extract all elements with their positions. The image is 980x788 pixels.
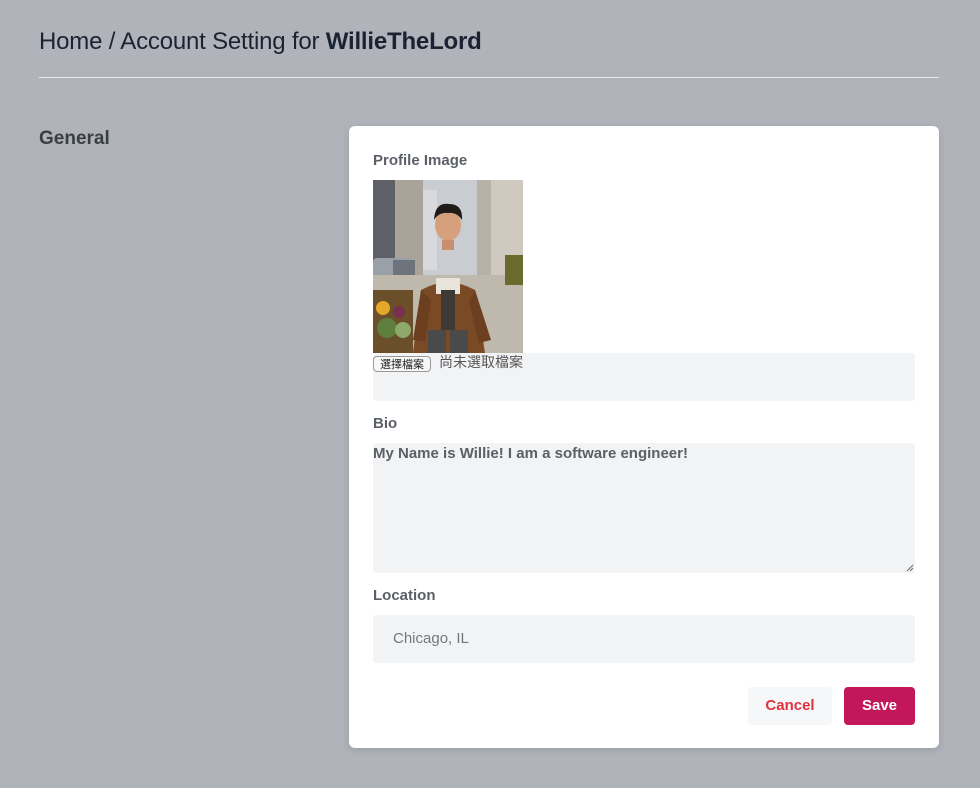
cancel-button[interactable]: Cancel <box>748 687 832 725</box>
bio-label: Bio <box>373 415 398 432</box>
bio-textarea[interactable]: My Name is Willie! I am a software engin… <box>373 443 915 573</box>
file-status-text: 尚未選取檔案 <box>439 355 523 371</box>
breadcrumb: Home / Account Setting for WillieTheLord <box>39 28 482 56</box>
account-username: WillieTheLord <box>325 28 482 55</box>
resize-grip-icon[interactable] <box>906 564 914 572</box>
breadcrumb-prefix: Home / Account Setting for <box>39 28 326 55</box>
location-input[interactable]: Chicago, IL <box>373 615 915 663</box>
section-title: General <box>39 128 110 149</box>
header-divider <box>39 77 939 78</box>
profile-image-preview <box>373 180 523 353</box>
save-button[interactable]: Save <box>844 687 915 725</box>
location-placeholder: Chicago, IL <box>393 630 469 647</box>
choose-file-button[interactable]: 選擇檔案 <box>373 356 431 372</box>
bio-text: My Name is Willie! I am a software engin… <box>373 445 688 462</box>
file-upload-field[interactable]: 選擇檔案 尚未選取檔案 <box>373 353 915 401</box>
location-label: Location <box>373 587 436 604</box>
settings-card: Profile Image 選擇檔案 尚未選取檔案 Bio My Name is… <box>349 126 939 748</box>
profile-image-label: Profile Image <box>373 152 468 169</box>
